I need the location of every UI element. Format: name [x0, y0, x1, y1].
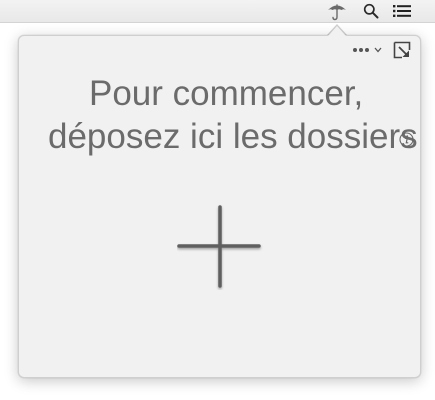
menu-bar: [0, 0, 435, 23]
popover-arrow-fill: [328, 25, 346, 36]
ellipsis-dot: [359, 48, 363, 52]
ellipsis-icon: [353, 48, 357, 52]
more-options-button[interactable]: [353, 42, 382, 58]
headline-line2: déposez ici les dossiers: [48, 117, 418, 156]
add-folder-button[interactable]: [177, 204, 263, 290]
detach-window-button[interactable]: [393, 41, 411, 59]
detach-window-icon: [393, 41, 411, 59]
ellipsis-dot: [365, 48, 369, 52]
info-icon[interactable]: [399, 132, 414, 147]
headline-line1: Pour commencer,: [89, 74, 364, 113]
drop-folders-popover[interactable]: Pour commencer, déposez ici les dossiers: [18, 35, 421, 378]
umbrella-icon[interactable]: [324, 0, 350, 22]
list-icon[interactable]: [391, 0, 413, 22]
chevron-down-icon: [374, 47, 382, 53]
plus-icon: [177, 205, 261, 288]
search-icon[interactable]: [360, 0, 382, 22]
